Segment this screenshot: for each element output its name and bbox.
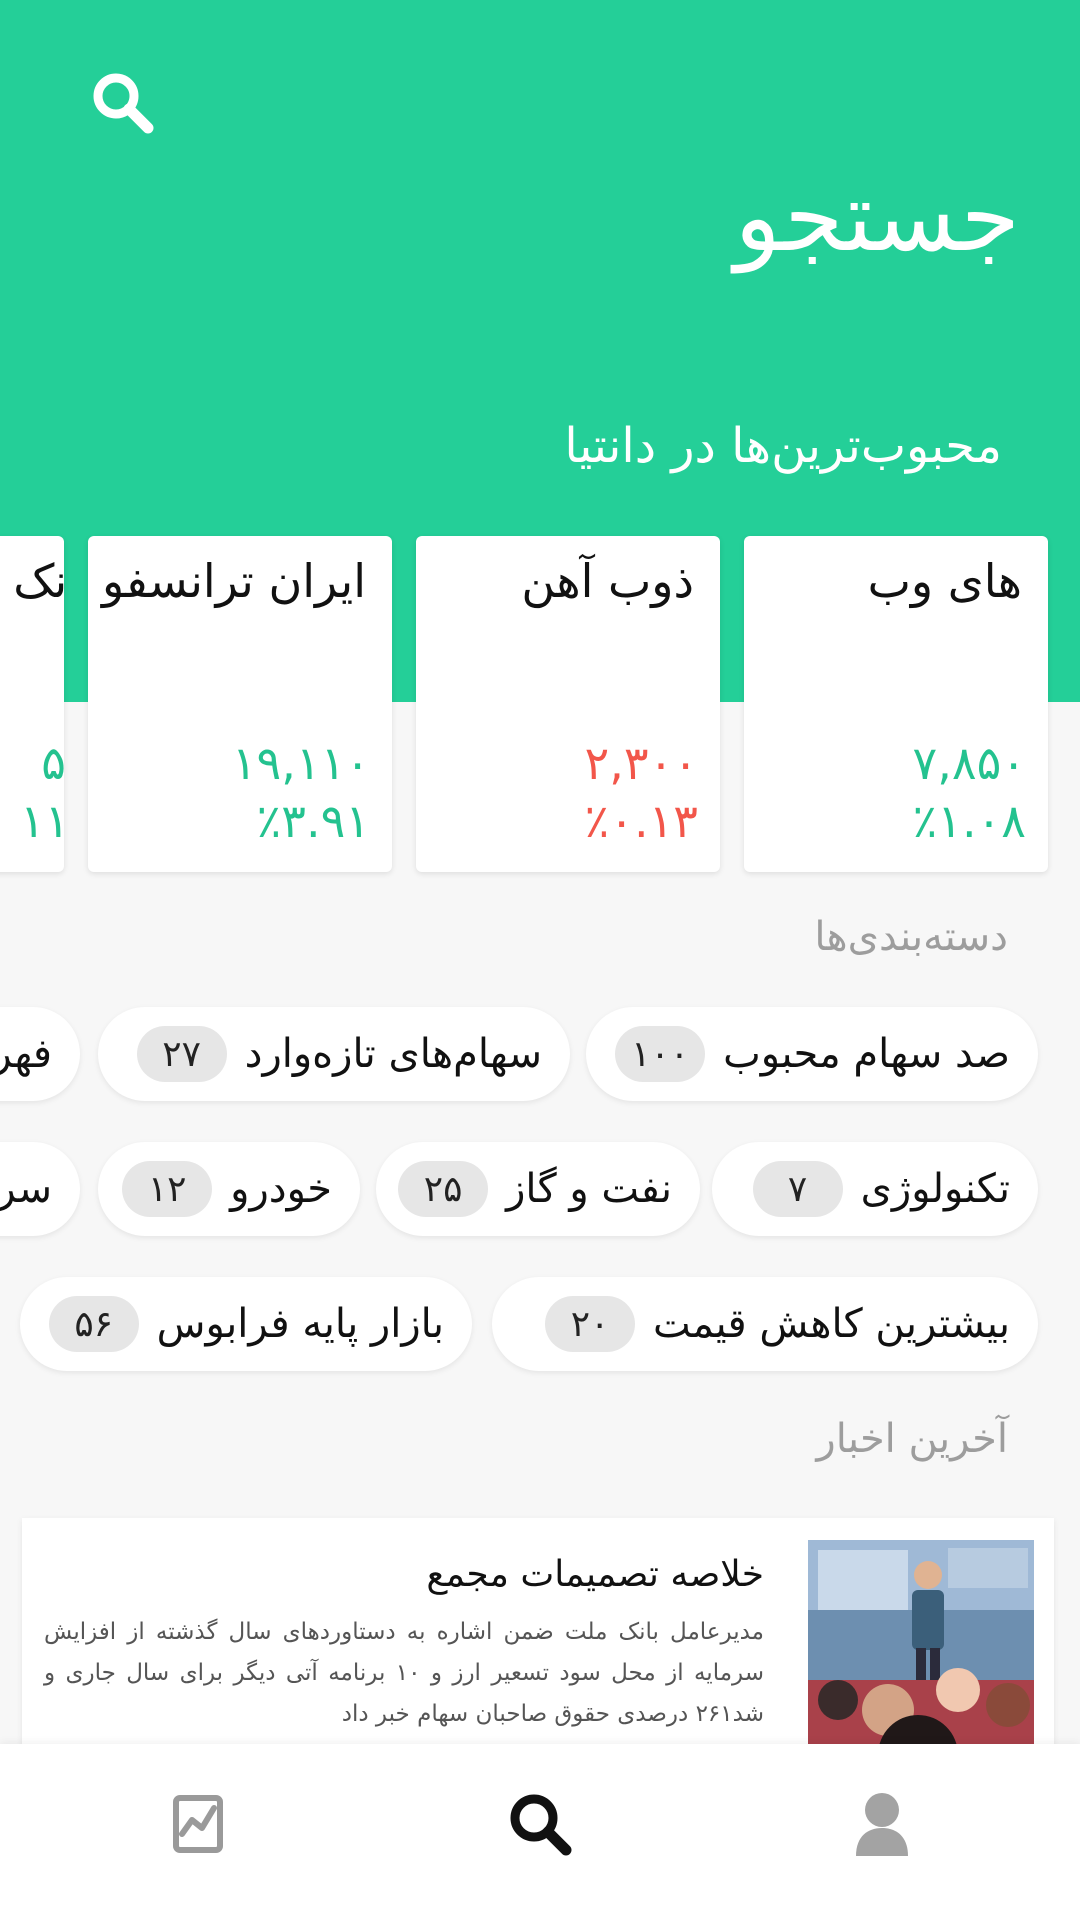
category-chip[interactable]: تکنولوژی ۷ [712, 1142, 1038, 1236]
stock-change: .۱۱ [19, 794, 64, 848]
stock-change: ٪۳.۹۱ [256, 794, 370, 848]
chart-icon[interactable] [158, 1784, 238, 1864]
stock-name: های وب [867, 554, 1022, 608]
category-label: بازار پایه فرابوس [156, 1301, 444, 1347]
category-label: بیشترین کاهش قیمت [653, 1301, 1010, 1347]
category-label: نفت و گاز [506, 1166, 672, 1212]
category-chip[interactable]: سهام‌های تازه‌وارد ۲۷ [98, 1007, 570, 1101]
news-card[interactable]: خلاصه تصمیمات مجمع مدیرعامل بانک ملت ضمن… [22, 1518, 1054, 1778]
news-headline: خلاصه تصمیمات مجمع [426, 1554, 764, 1595]
category-label: صد سهام محبوب [723, 1031, 1010, 1077]
search-nav-icon[interactable] [500, 1784, 580, 1864]
profile-icon[interactable] [842, 1784, 922, 1864]
stock-name: ایران ترانسفو [102, 554, 366, 608]
stock-price: ۵ [41, 736, 64, 790]
stock-change: ٪۰.۱۳ [584, 794, 698, 848]
category-chip[interactable]: صد سهام محبوب ۱۰۰ [586, 1007, 1038, 1101]
stock-name: بانک [13, 554, 64, 608]
category-count: ۷ [752, 1161, 843, 1217]
category-count: ۱۲ [122, 1161, 213, 1217]
category-chip[interactable]: نفت و گاز ۲۵ [376, 1142, 700, 1236]
popular-section-title: محبوب‌ترین‌ها در دانتیا [564, 418, 1002, 474]
category-chip[interactable]: خودرو ۱۲ [98, 1142, 360, 1236]
categories-title: دسته‌بندی‌ها [814, 914, 1008, 960]
stock-price: ۷,۸۵۰ [912, 736, 1026, 790]
category-count: ۵۶ [48, 1296, 139, 1352]
bottom-navigation [0, 1744, 1080, 1920]
page-title: جستجو [734, 161, 1020, 273]
category-count: ۲۰ [545, 1296, 636, 1352]
stock-card[interactable]: های وب ۷,۸۵۰ ٪۱.۰۸ [744, 536, 1048, 872]
category-chip[interactable]: فهرست [0, 1007, 80, 1101]
category-count: ۲۵ [398, 1161, 489, 1217]
stock-change: ٪۱.۰۸ [912, 794, 1026, 848]
news-thumbnail [808, 1540, 1034, 1760]
category-chip[interactable]: سرمایه [0, 1142, 80, 1236]
category-label: خودرو [230, 1166, 332, 1212]
news-excerpt: مدیرعامل بانک ملت ضمن اشاره به دستاوردها… [44, 1619, 764, 1727]
stock-price: ۱۹,۱۱۰ [231, 736, 370, 790]
category-label: سرمایه [0, 1166, 52, 1212]
category-count: ۱۰۰ [615, 1026, 706, 1082]
category-count: ۲۷ [136, 1026, 227, 1082]
category-chip[interactable]: بیشترین کاهش قیمت ۲۰ [492, 1277, 1038, 1371]
latest-news-title: آخرین اخبار [816, 1416, 1008, 1462]
stock-name: ذوب آهن [521, 554, 694, 608]
category-label: فهرست [0, 1031, 52, 1077]
stock-card[interactable]: ایران ترانسفو ۱۹,۱۱۰ ٪۳.۹۱ [88, 536, 392, 872]
stock-price: ۲,۳۰۰ [584, 736, 698, 790]
app-root: جستجو محبوب‌ترین‌ها در دانتیا های وب ۷,۸… [0, 0, 1080, 1920]
category-chip[interactable]: بازار پایه فرابوس ۵۶ [20, 1277, 472, 1371]
category-label: تکنولوژی [860, 1166, 1010, 1212]
search-icon[interactable] [88, 68, 160, 140]
stock-card[interactable]: بانک ۵ .۱۱ [0, 536, 64, 872]
stock-card[interactable]: ذوب آهن ۲,۳۰۰ ٪۰.۱۳ [416, 536, 720, 872]
category-label: سهام‌های تازه‌وارد [244, 1031, 542, 1077]
popular-stocks-carousel[interactable]: های وب ۷,۸۵۰ ٪۱.۰۸ ذوب آهن ۲,۳۰۰ ٪۰.۱۳ ا… [0, 536, 1080, 872]
